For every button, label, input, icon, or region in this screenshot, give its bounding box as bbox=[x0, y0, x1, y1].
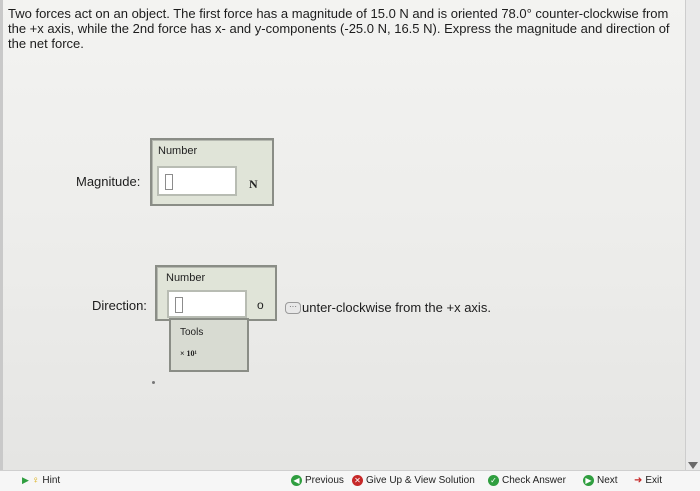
previous-label: Previous bbox=[305, 475, 344, 486]
direction-input[interactable] bbox=[167, 290, 247, 318]
degree-symbol: o bbox=[257, 298, 264, 312]
sci-notation-button[interactable]: × 10¹ bbox=[180, 349, 197, 358]
left-edge bbox=[0, 0, 3, 491]
exit-button[interactable]: ➜ Exit bbox=[634, 475, 662, 486]
magnitude-input[interactable] bbox=[157, 166, 237, 196]
magnitude-label: Magnitude: bbox=[76, 174, 141, 189]
exit-icon: ➜ bbox=[634, 475, 643, 486]
next-button[interactable]: ▶ Next bbox=[583, 475, 618, 486]
stray-dot bbox=[152, 381, 155, 384]
hint-arrow-icon: ▶ bbox=[22, 475, 29, 485]
check-answer-label: Check Answer bbox=[502, 475, 566, 486]
direction-suffix: unter-clockwise from the +x axis. bbox=[302, 300, 491, 315]
give-up-label: Give Up & View Solution bbox=[366, 475, 475, 486]
vertical-scrollbar[interactable] bbox=[685, 0, 700, 471]
question-text: Two forces act on an object. The first f… bbox=[8, 6, 670, 51]
caret-icon bbox=[165, 174, 173, 190]
scroll-down-icon[interactable] bbox=[688, 462, 698, 469]
more-options-icon[interactable]: ··· bbox=[285, 302, 301, 314]
caret-icon bbox=[175, 297, 183, 313]
hint-label: Hint bbox=[42, 475, 61, 486]
tools-label: Tools bbox=[180, 327, 204, 338]
next-label: Next bbox=[597, 475, 618, 486]
previous-icon: ◀ bbox=[291, 475, 302, 486]
hint-bulb-icon: ♀ bbox=[31, 475, 40, 486]
bottom-toolbar: ▶ ♀ Hint ◀ Previous ✕ Give Up & View Sol… bbox=[0, 470, 700, 491]
give-up-icon: ✕ bbox=[352, 475, 363, 486]
magnitude-caption: Number bbox=[158, 145, 198, 157]
exit-label: Exit bbox=[645, 475, 663, 486]
next-icon: ▶ bbox=[583, 475, 594, 486]
give-up-button[interactable]: ✕ Give Up & View Solution bbox=[352, 475, 475, 486]
hint-button[interactable]: ▶ ♀ Hint bbox=[22, 475, 60, 486]
direction-label: Direction: bbox=[92, 298, 147, 313]
check-icon: ✓ bbox=[488, 475, 499, 486]
magnitude-unit: N bbox=[249, 177, 258, 191]
check-answer-button[interactable]: ✓ Check Answer bbox=[488, 475, 566, 486]
previous-button[interactable]: ◀ Previous bbox=[291, 475, 344, 486]
direction-caption: Number bbox=[166, 272, 206, 284]
